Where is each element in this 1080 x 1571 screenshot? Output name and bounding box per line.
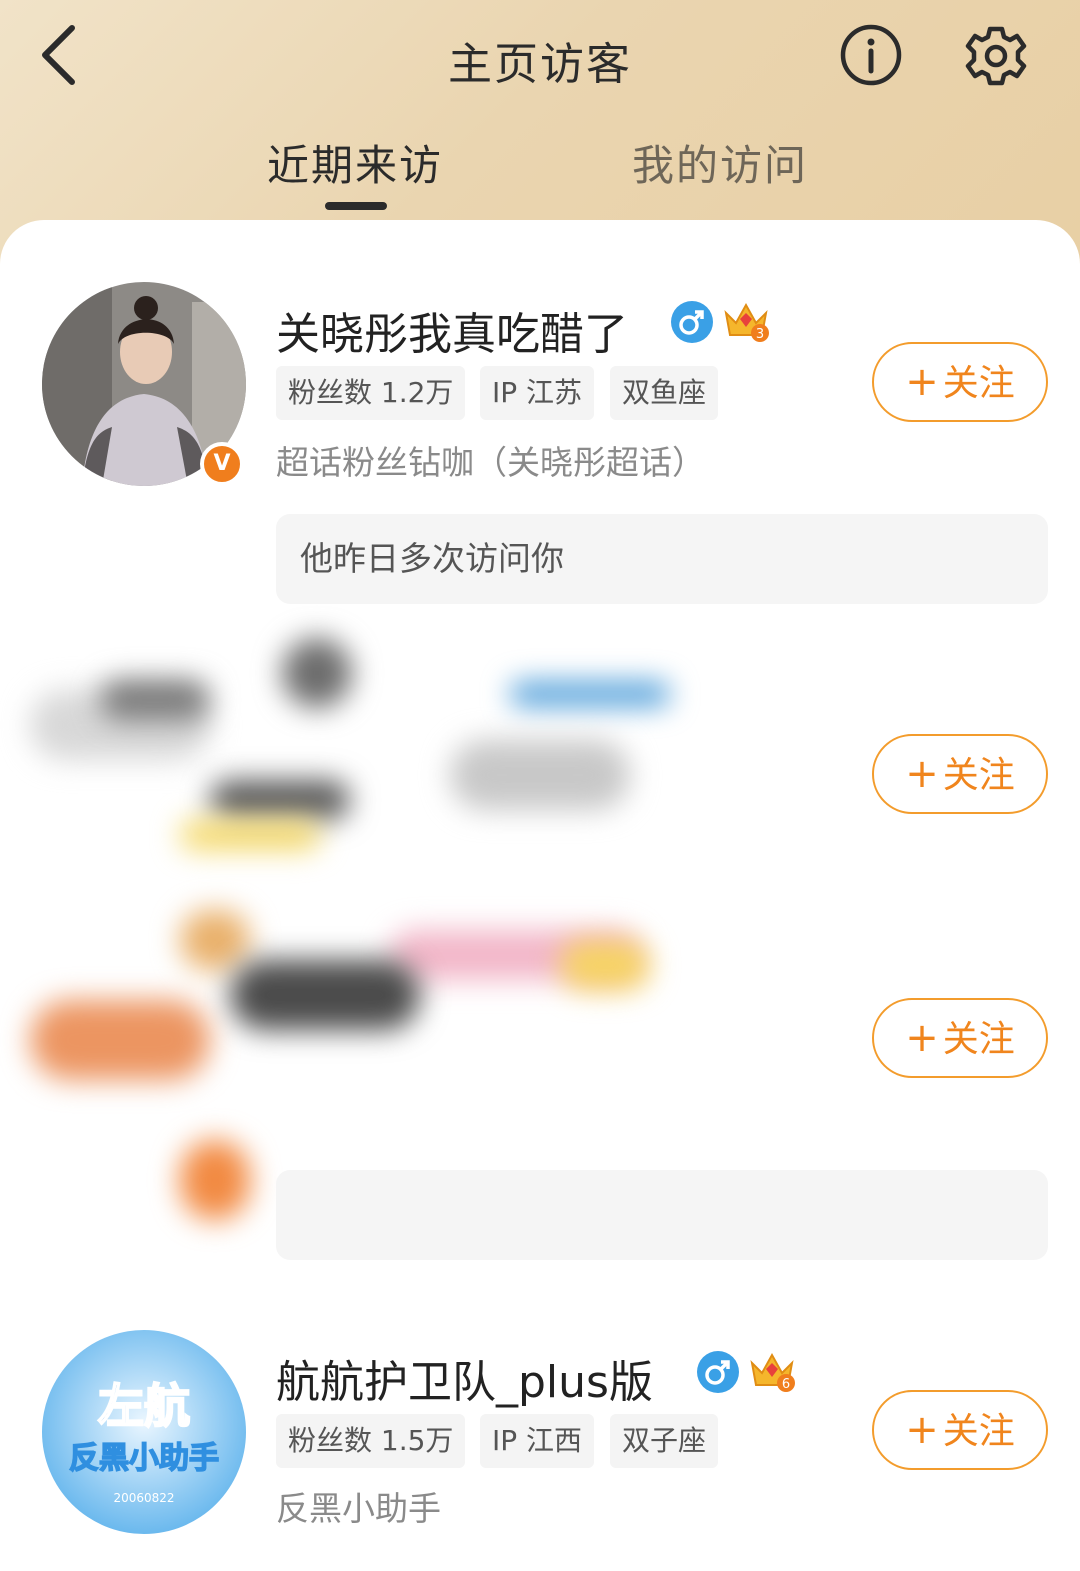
avatar-date: 20060822 <box>113 1491 174 1505</box>
user-name[interactable]: 关晓彤我真吃醋了 <box>276 298 628 362</box>
user-name[interactable]: 航航护卫队_plus版 <box>276 1346 653 1410</box>
info-button[interactable] <box>838 22 904 88</box>
redacted-area <box>180 820 320 850</box>
plus-icon: + <box>905 1015 939 1061</box>
visit-note <box>276 1170 1048 1260</box>
male-gender-icon <box>697 1351 739 1393</box>
tab-recent-visits[interactable]: 近期来访 <box>267 132 443 193</box>
avatar-title: 左航 <box>98 1379 190 1433</box>
ip-location-tag: IP 江苏 <box>480 366 595 420</box>
follow-button[interactable]: + 关注 <box>872 1390 1048 1470</box>
plus-icon: + <box>905 359 939 405</box>
visitor-list: V 关晓彤我真吃醋了 3 粉丝数 1.2万 IP 江苏 双鱼座 超话粉丝钻咖（关… <box>0 220 1080 1571</box>
redacted-area <box>510 682 670 706</box>
redacted-area <box>230 960 420 1030</box>
redacted-area <box>282 638 352 708</box>
info-icon <box>840 24 902 86</box>
follow-label: 关注 <box>942 755 1015 796</box>
visit-note: 他昨日多次访问你 <box>276 514 1048 604</box>
level-badge: 3 <box>756 327 764 342</box>
redacted-area <box>100 680 210 720</box>
zodiac-tag: 双子座 <box>610 1414 719 1468</box>
follow-label: 关注 <box>942 1019 1015 1060</box>
follow-button[interactable]: + 关注 <box>872 342 1048 422</box>
plus-icon: + <box>905 751 939 797</box>
avatar[interactable]: 左航 反黑小助手 20060822 <box>42 1330 246 1534</box>
avatar-subtitle: 反黑小助手 <box>69 1441 219 1476</box>
redacted-area <box>30 1000 210 1080</box>
tab-bar: 近期来访 我的访问 <box>0 120 1080 220</box>
follow-button[interactable]: + 关注 <box>872 998 1048 1078</box>
level-badge: 6 <box>782 1377 790 1392</box>
verified-icon: V <box>200 442 244 486</box>
plus-icon: + <box>905 1407 939 1453</box>
settings-button[interactable] <box>962 22 1030 90</box>
top-bar: 主页访客 <box>0 0 1080 110</box>
user-description: 反黑小助手 <box>276 1489 441 1528</box>
fans-count-tag: 粉丝数 1.5万 <box>276 1414 466 1468</box>
follow-button[interactable]: + 关注 <box>872 734 1048 814</box>
follow-label: 关注 <box>942 1411 1015 1452</box>
redacted-area <box>210 780 350 820</box>
crown-icon: 3 <box>724 302 769 342</box>
ip-location-tag: IP 江西 <box>480 1414 595 1468</box>
crown-icon: 6 <box>750 1352 795 1392</box>
tab-my-visits[interactable]: 我的访问 <box>632 132 808 193</box>
follow-label: 关注 <box>942 363 1015 404</box>
redacted-area <box>560 940 650 990</box>
fans-count-tag: 粉丝数 1.2万 <box>276 366 466 420</box>
page-title: 主页访客 <box>448 39 632 90</box>
redacted-area <box>180 1140 250 1220</box>
tab-active-indicator <box>325 202 387 210</box>
redacted-area <box>450 740 630 810</box>
male-gender-icon <box>671 301 713 343</box>
zodiac-tag: 双鱼座 <box>610 366 719 420</box>
user-description: 超话粉丝钻咖（关晓彤超话） <box>276 443 705 482</box>
redacted-area <box>180 910 250 970</box>
settings-icon <box>965 26 1027 86</box>
